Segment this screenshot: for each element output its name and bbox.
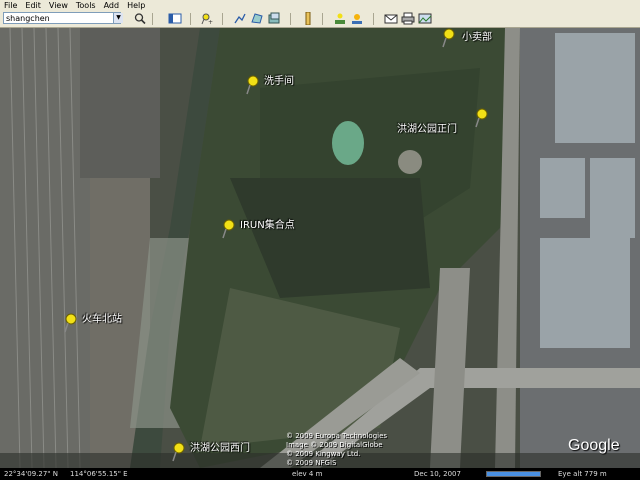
search-input[interactable] (3, 12, 121, 24)
eye-altitude-readout: Eye alt 779 m (558, 470, 607, 478)
status-bar: 22°34'09.27" N 114°06'55.15" E elev 4 m … (0, 468, 640, 480)
copyright-notice: © 2009 Europa Technologies Image © 2009 … (286, 432, 387, 468)
map-view[interactable]: 小卖部 洗手间 洪湖公园正门 IRUN集合点 火车北站 洪湖公园西门 © 200… (0, 28, 640, 468)
place-label-restroom[interactable]: 洗手间 (264, 72, 294, 87)
copyright-line: © 2009 NFGIS (286, 459, 337, 467)
overlay-icon[interactable] (267, 12, 281, 25)
sun-icon[interactable] (350, 12, 364, 25)
toolbar-separator (190, 13, 191, 25)
print-icon[interactable] (401, 12, 415, 25)
elevation-readout: elev 4 m (292, 470, 323, 478)
placemark-pin-icon[interactable] (244, 75, 260, 95)
svg-text:+: + (208, 19, 213, 25)
streaming-progress-bar (486, 471, 541, 477)
toolbar-separator (152, 13, 153, 25)
google-logo: Google (568, 437, 620, 454)
ruler-icon[interactable] (301, 12, 315, 25)
menu-file[interactable]: File (0, 0, 21, 11)
search-history-dropdown[interactable]: ▼ (113, 13, 123, 23)
toolbar-separator (322, 13, 323, 25)
menu-tools[interactable]: Tools (72, 0, 100, 11)
placemark-icon[interactable]: + (199, 12, 213, 25)
place-label-north-station[interactable]: 火车北站 (82, 310, 122, 325)
placemark-pin-icon[interactable] (170, 442, 186, 462)
toolbar-separator (222, 13, 223, 25)
email-icon[interactable] (384, 12, 398, 25)
placemark-pin-icon[interactable] (220, 219, 236, 239)
copyright-line: Image © 2009 DigitalGlobe (286, 441, 383, 449)
copyright-line: © 2009 Europa Technologies (286, 432, 388, 440)
place-label-irun-meeting-point[interactable]: IRUN集合点 (240, 216, 295, 231)
search-icon[interactable] (133, 12, 147, 25)
imagery-date: Dec 10, 2007 (414, 470, 461, 478)
sky-icon[interactable] (333, 12, 347, 25)
toolbar-separator (290, 13, 291, 25)
menu-help[interactable]: Help (123, 0, 149, 11)
placemark-pin-icon[interactable] (62, 313, 78, 333)
place-label-west-gate[interactable]: 洪湖公园西门 (190, 439, 250, 454)
place-label-shop[interactable]: 小卖部 (462, 28, 492, 43)
menu-add[interactable]: Add (100, 0, 124, 11)
menu-view[interactable]: View (45, 0, 72, 11)
image-icon[interactable] (418, 12, 432, 25)
place-label-main-gate[interactable]: 洪湖公园正门 (397, 120, 457, 135)
placemark-pin-icon[interactable] (473, 108, 489, 128)
menu-bar: File Edit View Tools Add Help (0, 0, 640, 11)
toolbar-separator (373, 13, 374, 25)
polygon-icon[interactable] (250, 12, 264, 25)
longitude-readout: 114°06'55.15" E (70, 470, 128, 478)
latitude-readout: 22°34'09.27" N (4, 470, 58, 478)
path-icon[interactable] (233, 12, 247, 25)
copyright-line: © 2009 Kingway Ltd. (286, 450, 361, 458)
placemark-pin-icon[interactable] (440, 28, 456, 48)
satellite-imagery (0, 28, 640, 468)
sidebar-icon[interactable] (168, 12, 182, 25)
toolbar: ▼ + (0, 11, 640, 28)
menu-edit[interactable]: Edit (21, 0, 45, 11)
